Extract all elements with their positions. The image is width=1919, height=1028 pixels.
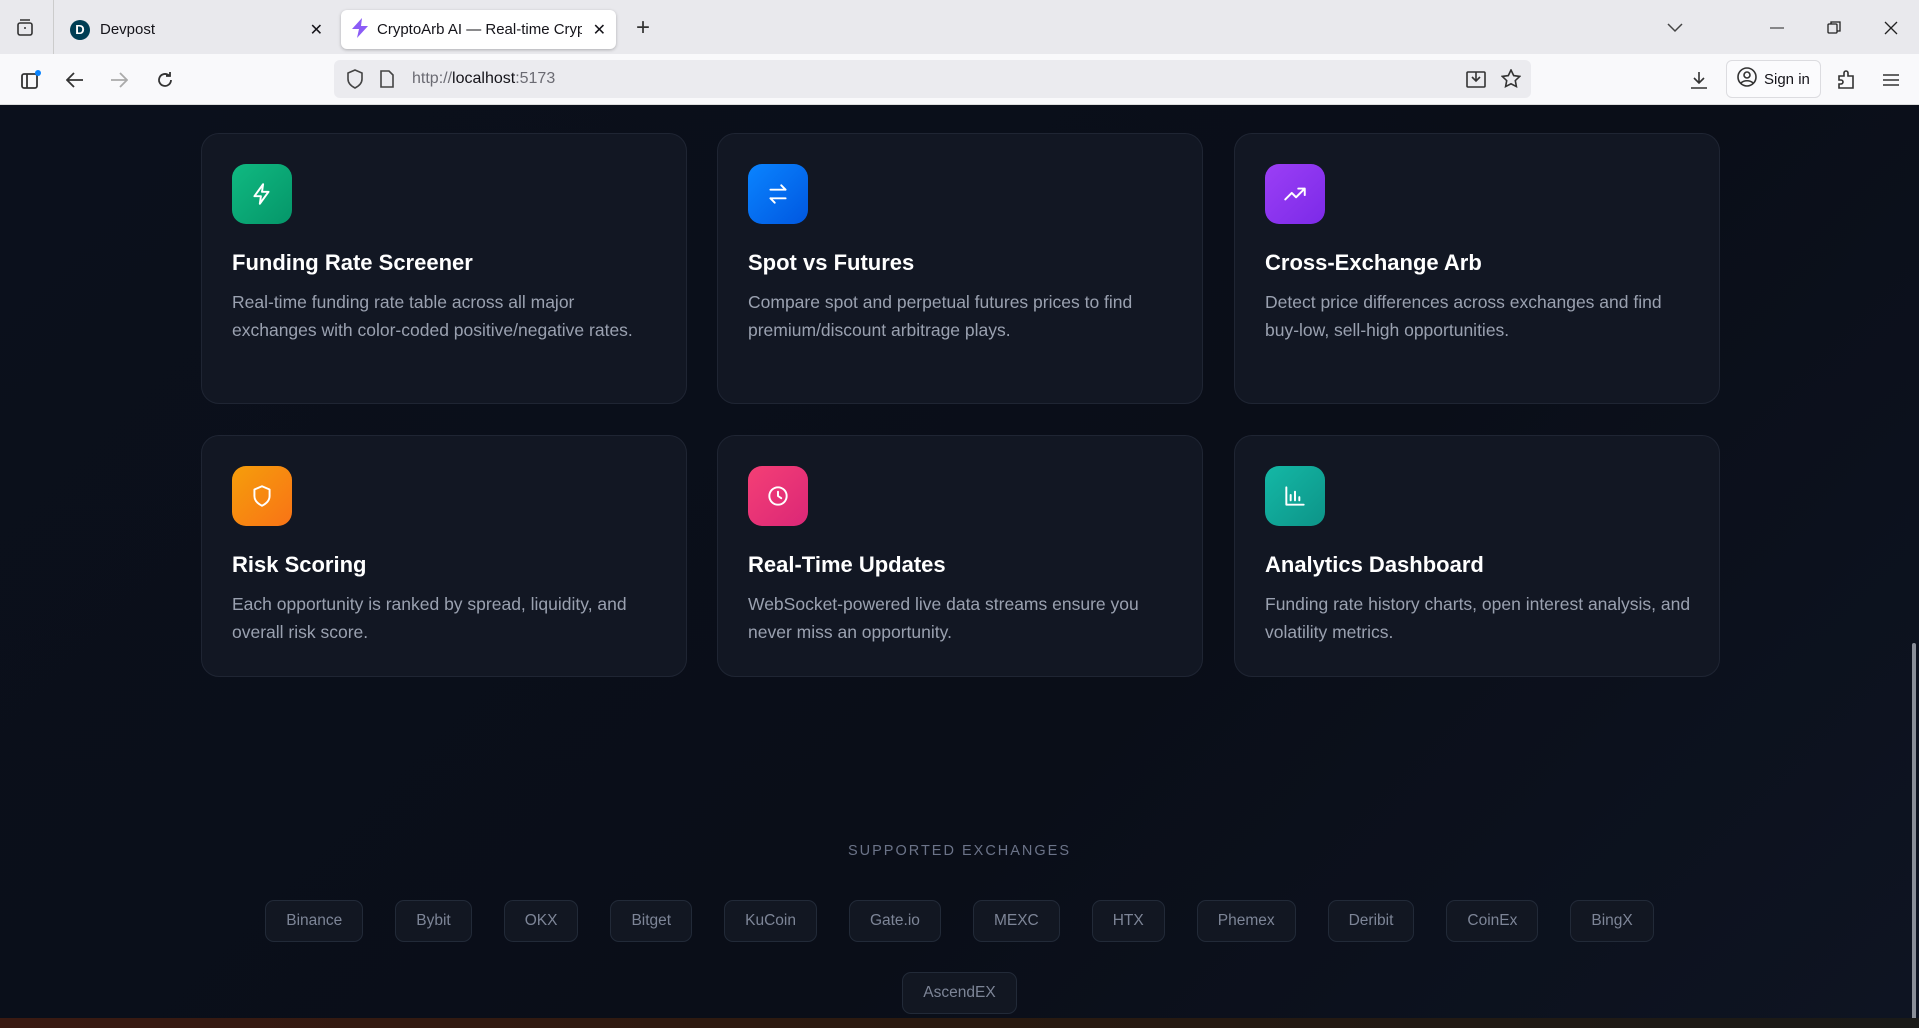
sidebar-icon[interactable]	[17, 67, 43, 93]
feature-title: Spot vs Futures	[748, 250, 915, 275]
feature-description: Compare spot and perpetual futures price…	[748, 292, 1133, 340]
exchange-pill: Bitget	[610, 900, 693, 942]
feature-title: Risk Scoring	[232, 552, 367, 577]
minimize-icon[interactable]	[1764, 15, 1790, 41]
bookmark-star-icon[interactable]	[1501, 69, 1521, 89]
exchange-pill: Gate.io	[848, 900, 941, 942]
close-tab-icon[interactable]: ✕	[310, 20, 323, 40]
exchange-pill: AscendEX	[902, 972, 1017, 1014]
back-icon[interactable]	[62, 67, 88, 93]
exchange-pill: MEXC	[972, 900, 1060, 942]
sign-in-button[interactable]: Sign in	[1726, 60, 1821, 98]
tab-title: Devpost	[100, 21, 156, 38]
supported-exchanges-label: SUPPORTED EXCHANGES	[847, 843, 1072, 859]
downloads-icon[interactable]	[1686, 67, 1712, 93]
devpost-logo-icon: D	[70, 19, 90, 40]
exchange-pill: CoinEx	[1446, 900, 1539, 942]
tab-title: CryptoArb AI — Real-time Crypt	[377, 21, 582, 38]
exchange-list: Binance Bybit OKX Bitget KuCoin Gate.io MEXC HT…	[262, 900, 1657, 1014]
exchange-pill: Deribit	[1327, 900, 1415, 942]
feature-description: Detect price differences across exchange…	[1265, 292, 1662, 340]
feature-title: Real-Time Updates	[748, 552, 946, 577]
tab-list-icon[interactable]	[12, 15, 38, 41]
url-text: http://localhost:5173	[412, 70, 556, 87]
taskbar	[0, 1018, 1919, 1028]
menu-icon[interactable]	[1878, 67, 1904, 93]
feature-card: Real-Time Updates WebSocket-powered live…	[717, 435, 1203, 677]
exchange-pill: Phemex	[1196, 900, 1296, 942]
feature-description: Real-time funding rate table across all …	[232, 292, 633, 340]
exchange-pill: Binance	[265, 900, 364, 942]
tab-cryptoarb[interactable]: CryptoArb AI — Real-time Crypt ✕	[341, 10, 616, 49]
feature-card: Cross-Exchange Arb Detect price differen…	[1234, 133, 1720, 404]
exchange-pill: HTX	[1091, 900, 1165, 942]
tab-bar: D Devpost ✕ CryptoArb AI — Real-time Cry…	[0, 0, 1919, 54]
exchange-pill: Bybit	[395, 900, 472, 942]
close-tab-icon[interactable]: ✕	[593, 20, 606, 40]
feature-title: Analytics Dashboard	[1265, 552, 1484, 577]
shield-icon	[232, 466, 292, 526]
exchange-pill: OKX	[503, 900, 579, 942]
arrows-swap-icon	[748, 164, 808, 224]
nav-toolbar: http://localhost:5173 Sign in	[0, 54, 1919, 105]
feature-description: WebSocket-powered live data streams ensu…	[748, 594, 1139, 642]
page-icon	[380, 70, 394, 88]
bar-chart-icon	[1265, 466, 1325, 526]
feature-card: Funding Rate Screener Real-time funding …	[201, 133, 687, 404]
clock-icon	[748, 466, 808, 526]
extensions-icon[interactable]	[1833, 67, 1859, 93]
chevron-down-icon[interactable]	[1662, 15, 1688, 41]
page-content: Funding Rate Screener Real-time funding …	[0, 105, 1919, 1023]
feature-card: Analytics Dashboard Funding rate history…	[1234, 435, 1720, 677]
new-tab-icon[interactable]: +	[630, 14, 656, 41]
exchange-pill: KuCoin	[724, 900, 817, 942]
scrollbar-thumb[interactable]	[1912, 643, 1916, 1023]
feature-title: Funding Rate Screener	[232, 250, 473, 275]
feature-title: Cross-Exchange Arb	[1265, 250, 1482, 275]
sign-in-label: Sign in	[1764, 70, 1810, 88]
trending-up-icon	[1265, 164, 1325, 224]
forward-icon[interactable]	[106, 67, 132, 93]
shield-icon[interactable]	[346, 69, 364, 89]
address-bar[interactable]: http://localhost:5173	[334, 60, 1531, 98]
feature-card: Spot vs Futures Compare spot and perpetu…	[717, 133, 1203, 404]
save-page-icon[interactable]	[1466, 69, 1486, 89]
lightning-icon	[232, 164, 292, 224]
tab-devpost[interactable]: D Devpost ✕	[60, 10, 335, 49]
close-window-icon[interactable]	[1878, 15, 1904, 41]
reload-icon[interactable]	[152, 67, 178, 93]
feature-description: Funding rate history charts, open intere…	[1265, 594, 1691, 642]
exchange-pill: BingX	[1570, 900, 1654, 942]
restore-icon[interactable]	[1821, 15, 1847, 41]
lightning-icon	[351, 17, 369, 42]
feature-card: Risk Scoring Each opportunity is ranked …	[201, 435, 687, 677]
account-icon	[1737, 67, 1757, 91]
feature-description: Each opportunity is ranked by spread, li…	[232, 594, 627, 642]
